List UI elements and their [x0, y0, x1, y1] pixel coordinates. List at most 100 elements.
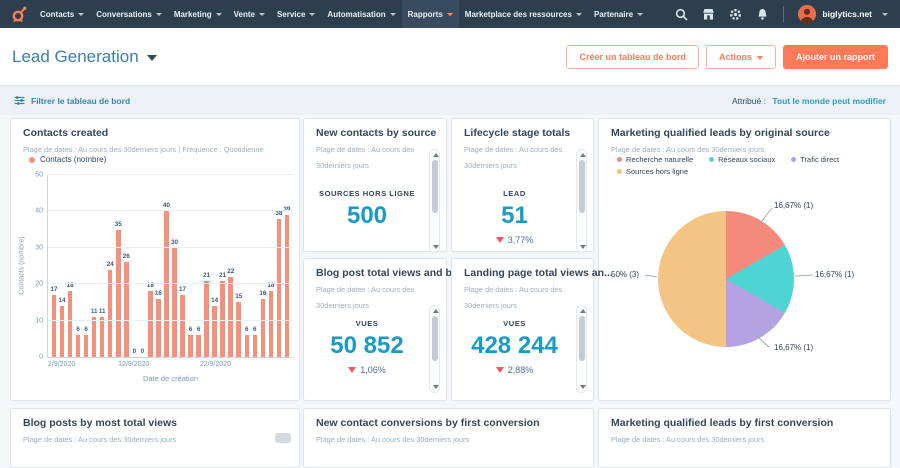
nav-item-vente[interactable]: Vente — [228, 0, 271, 28]
notifications-icon[interactable] — [756, 8, 769, 21]
scroll-down-icon[interactable] — [433, 245, 439, 249]
bar-chart: Contacts (nombre) 1714186611112435260018… — [47, 175, 293, 358]
report-title[interactable]: Landing page total views an... — [464, 267, 613, 279]
nav-item-conversations[interactable]: Conversations — [90, 0, 168, 28]
chevron-down-icon — [882, 13, 888, 16]
bar-slot: 18 — [267, 175, 275, 357]
bar-slot: 0 — [130, 175, 138, 357]
bar — [68, 291, 73, 357]
card-new-contact-conversions: New contact conversions by first convers… — [303, 408, 594, 468]
bar-slot: 6 — [82, 175, 90, 357]
create-dashboard-button[interactable]: Créer un tableau de bord — [566, 45, 699, 69]
bar-slot: 22 — [227, 175, 235, 357]
card-scrollbar[interactable] — [429, 149, 440, 253]
y-axis-tick: 40 — [27, 208, 43, 215]
report-subtitle: Plage de dates : Au cours des 30derniers… — [611, 432, 764, 448]
bar — [285, 215, 290, 357]
gridline — [48, 320, 293, 321]
scroll-down-icon[interactable] — [580, 245, 586, 249]
account-menu[interactable]: biglytics.net — [798, 5, 888, 23]
card-lifecycle-stage-totals: Lifecycle stage totals Plage de dates : … — [451, 118, 594, 252]
chevron-down-icon — [216, 13, 222, 16]
nav-item-partenaire[interactable]: Partenaire — [588, 0, 649, 28]
nav-item-contacts[interactable]: Contacts — [34, 0, 90, 28]
scrollbar-thumb[interactable] — [579, 160, 585, 213]
card-blog-posts-by-views: Blog posts by most total views Plage de … — [10, 408, 300, 468]
bar — [116, 230, 121, 357]
filter-icon — [14, 95, 25, 106]
bar-slot: 0 — [138, 175, 146, 357]
pie-slice-label: 16,67% (1) — [774, 201, 813, 210]
scroll-down-icon[interactable] — [433, 385, 439, 389]
search-icon[interactable] — [675, 8, 688, 21]
dashboard-title-dropdown[interactable]: Lead Generation — [12, 47, 157, 67]
assigned-permission-link[interactable]: Tout le monde peut modifier — [772, 96, 886, 106]
hubspot-logo-icon[interactable] — [4, 4, 34, 24]
pie-slice-label: 16,67% (1) — [774, 343, 813, 352]
pie-leader-lines — [599, 119, 892, 402]
x-axis-title: Date de création — [48, 374, 293, 383]
chevron-down-icon — [576, 13, 582, 16]
bar-series: 1714186611112435260018164030176621142122… — [50, 175, 291, 357]
bar — [212, 306, 217, 357]
scroll-down-icon[interactable] — [580, 385, 586, 389]
marketplace-icon[interactable] — [702, 8, 715, 21]
bar — [100, 317, 105, 357]
chevron-down-icon — [156, 13, 162, 16]
scroll-up-icon[interactable] — [580, 153, 586, 157]
scrollbar-thumb[interactable] — [432, 160, 438, 213]
scroll-up-icon[interactable] — [433, 309, 439, 313]
settings-icon[interactable] — [729, 8, 742, 21]
report-title[interactable]: Blog post total views and bo... — [316, 267, 467, 279]
bar — [277, 219, 282, 357]
bar — [148, 291, 153, 357]
bar — [52, 295, 57, 357]
nav-item-automatisation[interactable]: Automatisation — [321, 0, 401, 28]
report-title[interactable]: Marketing qualified leads by first conve… — [611, 417, 833, 429]
bar-slot: 21 — [219, 175, 227, 357]
nav-item-marketing[interactable]: Marketing — [168, 0, 228, 28]
nav-item-marketplace-des-ressources[interactable]: Marketplace des ressources — [459, 0, 588, 28]
avatar — [798, 5, 816, 23]
scrollbar-thumb[interactable] — [432, 316, 438, 361]
report-title[interactable]: New contact conversions by first convers… — [316, 417, 539, 429]
card-scrollbar[interactable] — [576, 305, 587, 393]
chevron-down-icon — [78, 13, 84, 16]
card-scrollbar[interactable] — [429, 305, 440, 393]
page-title: Lead Generation — [12, 47, 139, 67]
card-scrollbar[interactable] — [576, 149, 587, 253]
metric-label: LEAD — [460, 189, 569, 198]
scroll-up-icon[interactable] — [580, 309, 586, 313]
page-header: Lead Generation Créer un tableau de bord… — [0, 28, 900, 85]
metric-block: LEAD 51 3,77% — [460, 189, 569, 245]
nav-divider — [783, 6, 784, 22]
bar-slot: 18 — [146, 175, 154, 357]
top-navigation: ContactsConversationsMarketingVenteServi… — [0, 0, 900, 28]
account-name: biglytics.net — [822, 9, 872, 19]
nav-item-service[interactable]: Service — [271, 0, 321, 28]
decrease-icon — [348, 367, 356, 373]
filter-dashboard-label: Filtrer le tableau de bord — [31, 96, 130, 106]
report-title[interactable]: New contacts by source — [316, 127, 436, 139]
report-title[interactable]: Contacts created — [23, 127, 108, 139]
chevron-down-icon — [447, 13, 453, 16]
actions-button[interactable]: Actions — [706, 45, 776, 69]
card-scrollbar[interactable] — [275, 433, 291, 443]
gridline — [48, 247, 293, 248]
bar — [253, 335, 258, 357]
metric-delta: 1,06% — [312, 365, 422, 375]
metric-value: 428 244 — [460, 332, 569, 360]
report-title[interactable]: Blog posts by most total views — [23, 417, 177, 429]
filter-dashboard-button[interactable]: Filtrer le tableau de bord — [14, 95, 130, 106]
report-title[interactable]: Lifecycle stage totals — [464, 127, 570, 139]
delta-value: 1,06% — [360, 365, 386, 375]
metric-value: 51 — [460, 202, 569, 230]
scrollbar-thumb[interactable] — [579, 316, 585, 361]
bar — [188, 335, 193, 357]
scroll-up-icon[interactable] — [433, 153, 439, 157]
metric-label: SOURCES HORS LIGNE — [312, 189, 422, 198]
add-report-button[interactable]: Ajouter un rapport — [783, 45, 888, 69]
nav-item-rapports[interactable]: Rapports — [402, 0, 459, 28]
report-subtitle: Plage de dates : Au cours des 30derniers… — [316, 432, 469, 448]
x-axis-tick: 22/9/2020 — [200, 361, 231, 368]
